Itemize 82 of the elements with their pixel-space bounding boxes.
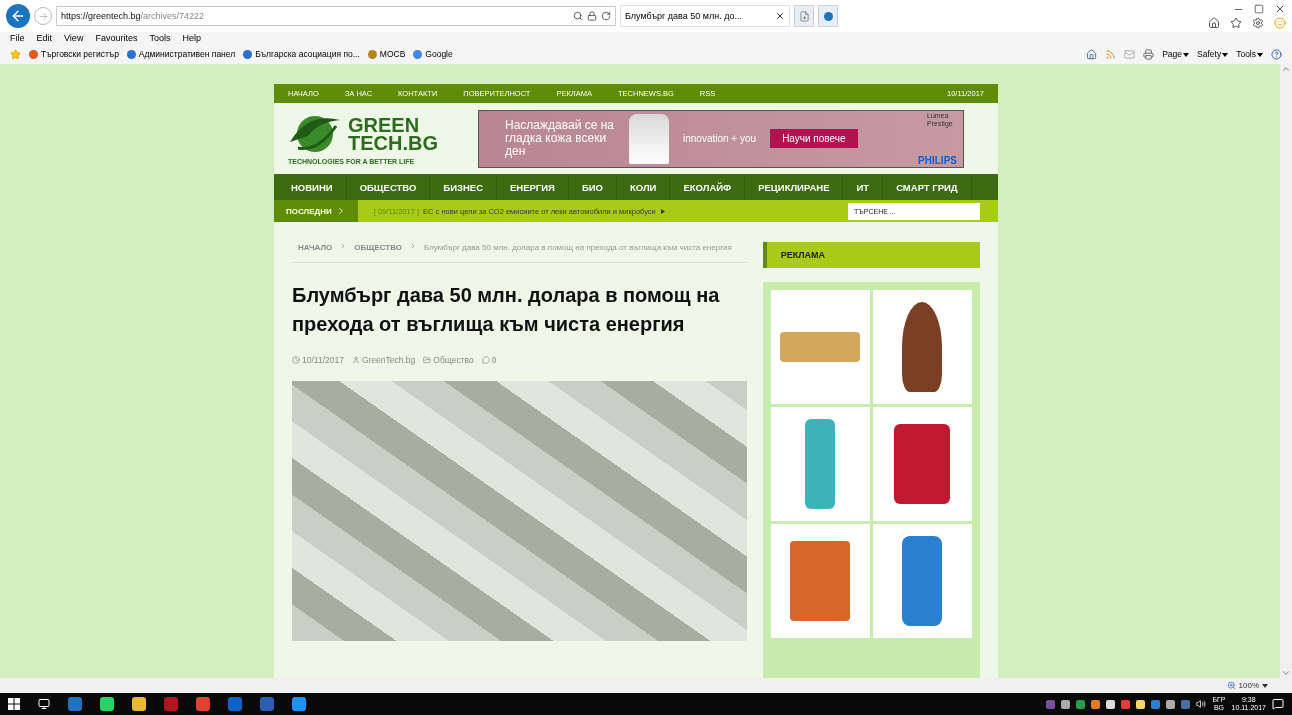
windows-start-icon[interactable] [8, 698, 20, 710]
favorite-link[interactable]: Административен панел [126, 49, 236, 59]
zoom-icon[interactable] [1226, 681, 1236, 690]
caret-icon [1183, 51, 1190, 57]
lock-icon [587, 11, 597, 21]
caret-icon [1262, 683, 1268, 688]
menu-item[interactable]: Help [182, 33, 201, 43]
ad-text: Наслаждавай се на гладка кожа всеки ден [505, 119, 615, 159]
star-icon[interactable] [1230, 17, 1242, 29]
favorites-star-icon[interactable] [10, 48, 21, 60]
comment-count[interactable]: 0 [481, 355, 497, 365]
brand-name: PHILIPS [918, 154, 957, 166]
refresh-icon[interactable] [601, 11, 611, 21]
home-icon[interactable] [1208, 17, 1220, 29]
clock-icon [292, 356, 300, 364]
comment-icon [481, 356, 490, 364]
post-date: 10/11/2017 [292, 355, 344, 365]
help-icon[interactable] [1271, 48, 1282, 60]
user-icon [351, 356, 360, 364]
home-icon[interactable] [1086, 48, 1098, 60]
favorite-link[interactable]: Google [413, 49, 453, 59]
edge-icon [823, 11, 833, 21]
caret-icon [659, 208, 666, 214]
tab-title: Блумбърг дава 50 млн. до... [625, 11, 742, 21]
logo-text: GREEN [348, 116, 420, 135]
close-icon[interactable] [775, 11, 785, 21]
device-picture [629, 113, 669, 164]
breadcrumb-link[interactable]: НАЧАЛО [298, 243, 333, 252]
address-bar[interactable]: https://greentech.bg/archives/74222 [56, 6, 616, 26]
ad-panel[interactable] [762, 282, 980, 678]
product-photo-placeholder[interactable] [770, 524, 870, 638]
logo-text: TECH.BG [348, 134, 438, 153]
favorite-link[interactable]: Търговски регистър [29, 49, 119, 59]
taskbar-app-icon[interactable] [132, 697, 146, 711]
command-menu[interactable]: Safety [1197, 49, 1229, 59]
latest-label: ПОСЛЕДНИ [274, 200, 358, 222]
scrollbar[interactable] [1280, 64, 1292, 678]
close-icon[interactable] [1274, 3, 1286, 15]
menu-item[interactable]: View [64, 33, 84, 43]
menu-item[interactable]: Favourites [95, 33, 138, 43]
post-category[interactable]: Общество [423, 355, 474, 365]
scroll-down-icon[interactable] [1281, 668, 1291, 678]
caret-icon [1257, 51, 1263, 57]
volume-icon[interactable] [1196, 699, 1207, 709]
breadcrumb-current: Блумбърг дава 50 млн. долара в помощ на прехода от въглища към чиста енергия [424, 243, 732, 252]
forward-arrow-icon [37, 10, 49, 22]
command-menu[interactable]: Tools [1236, 49, 1263, 59]
task-view-icon[interactable] [38, 698, 50, 710]
back-button[interactable] [6, 4, 30, 28]
notifications-icon[interactable] [1272, 698, 1284, 710]
product-photo-placeholder[interactable] [872, 524, 972, 638]
separator-icon [409, 242, 417, 250]
scroll-up-icon[interactable] [1281, 64, 1291, 74]
print-icon[interactable] [1143, 48, 1155, 60]
url-text: https://greentech.bg/archives/74222 [61, 11, 205, 21]
browser-tab[interactable]: Блумбърг дава 50 млн. до... [620, 5, 790, 27]
zoom-level[interactable]: 100% [1238, 681, 1259, 690]
caret-icon [1222, 51, 1229, 57]
product-photo-placeholder[interactable] [872, 407, 972, 521]
folder-icon [423, 356, 432, 364]
breadcrumb-link[interactable]: ОБЩЕСТВО [354, 243, 402, 252]
article-title: Блумбърг дава 50 млн. долара в помощ на прехода от въглища към чиста енергия [292, 283, 721, 337]
taskbar-app-icon[interactable] [292, 697, 306, 711]
favorite-link[interactable]: МОСВ [367, 49, 406, 59]
restore-icon[interactable] [1254, 4, 1264, 14]
new-page-icon [798, 10, 810, 22]
settings-icon[interactable] [1252, 17, 1264, 29]
product-photo-placeholder[interactable] [872, 290, 972, 404]
favorite-link[interactable]: Българска асоциация по... [243, 49, 360, 59]
post-author[interactable]: GreenTech.bg [351, 355, 416, 365]
command-menu[interactable]: Page [1162, 49, 1190, 59]
menu-item[interactable]: File [10, 33, 25, 43]
taskbar-app-icon[interactable] [196, 697, 210, 711]
learn-more-button[interactable]: Научи повече [770, 129, 858, 149]
new-tab-button[interactable] [794, 5, 814, 27]
sidebar-heading: РЕКЛАМА [762, 242, 980, 268]
ad-slogan: innovation + you [683, 133, 757, 145]
taskbar-app-icon[interactable] [100, 697, 114, 711]
search-icon[interactable] [573, 11, 583, 21]
menu-item[interactable]: Tools [149, 33, 171, 43]
edge-button[interactable] [818, 5, 838, 27]
menu-item[interactable]: Edit [36, 33, 53, 43]
